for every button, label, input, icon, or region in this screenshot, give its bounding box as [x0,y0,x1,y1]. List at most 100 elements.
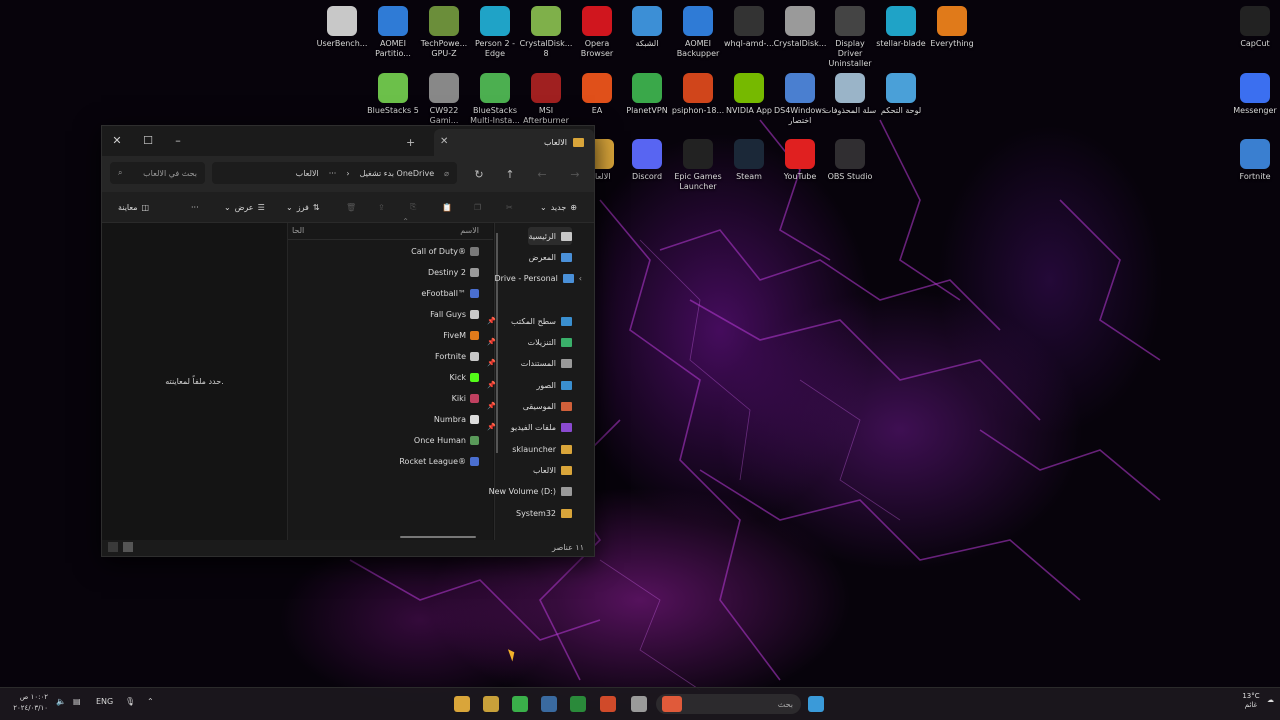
desktop-shortcut[interactable]: CW922 Gami... [417,73,471,126]
file-row[interactable]: Fortnite [435,347,479,365]
nav-item[interactable]: الرئيسية [528,227,572,245]
desktop-shortcut[interactable]: PlanetVPN [620,73,674,116]
file-explorer-window[interactable]: ✕ ☐ – + ✕ الالعاب ⌕ بحث في الالعاب الالع… [101,125,595,557]
desktop-shortcut[interactable]: DS4Windows اختصار [773,73,827,126]
close-tab-icon[interactable]: ✕ [440,136,448,147]
desktop-shortcut[interactable]: whql-amd-... [722,6,776,49]
file-explorer-icon[interactable] [454,696,470,712]
weather-widget[interactable]: 13°C غائم ☁ [1228,692,1274,710]
horizontal-scrollbar[interactable] [400,536,476,538]
details-view-icon[interactable] [108,542,118,552]
pin-icon[interactable]: 📌 [487,423,496,431]
nav-item[interactable]: 📌 ملفات الفيديو [487,418,572,436]
desktop-shortcut[interactable]: Display Driver Uninstaller [823,6,877,69]
nav-item[interactable]: 📌 التنزيلات [487,333,572,351]
back-button[interactable]: → [565,164,585,184]
preview-pane-button[interactable]: معاينة ◫ [118,199,149,215]
network-icon[interactable]: ▤ [73,697,81,706]
nav-item[interactable]: 📌 الصور [487,376,572,394]
desktop-shortcut[interactable]: NVIDIA App [722,73,776,116]
share-button[interactable]: ⇪ [378,199,385,215]
desktop-shortcut[interactable]: CrystalDisk... 8 [519,6,573,59]
desktop-shortcut[interactable]: Everything [925,6,979,49]
desktop-shortcut[interactable]: Steam [722,139,776,182]
nav-item[interactable]: الالعاب [533,461,572,479]
desktop-shortcut[interactable]: YouTube [773,139,827,182]
desktop-shortcut[interactable]: TechPowe... GPU-Z [417,6,471,59]
desktop-shortcut[interactable]: CapCut [1228,6,1280,49]
path-box[interactable]: الالعاب ··· › بدء تشغيل OneDrive ⌀ [212,162,457,184]
desktop-shortcut[interactable]: BlueStacks 5 [366,73,420,116]
clock[interactable]: ١٠:٠٢ ص ٢٠٢٤/٠٣/١٠ [10,692,48,714]
desktop-shortcut[interactable]: Discord [620,139,674,182]
new-button[interactable]: ⌄ جديد ⊕ [540,199,577,215]
pin-icon[interactable]: 📌 [487,402,496,410]
tiles-view-icon[interactable] [123,542,133,552]
desktop-shortcut[interactable]: UserBench... [315,6,369,49]
column-name[interactable]: الاسم [460,226,479,235]
close-window-button[interactable]: ✕ [102,129,132,151]
forward-button[interactable]: ← [532,164,552,184]
desktop-shortcut[interactable]: AOMEI Partitio... [366,6,420,59]
kick-icon[interactable] [512,696,528,712]
copy-button[interactable]: ❐ [474,199,481,215]
desktop-shortcut[interactable]: MSI Afterburner [519,73,573,126]
nav-item[interactable]: sklauncher [512,440,572,458]
desktop-shortcut[interactable]: CrystalDisk... [773,6,827,49]
chevron-up-icon[interactable]: ⌃ [147,697,154,706]
file-row[interactable]: Call of Duty® [411,242,479,260]
chrome-alt-icon[interactable] [570,696,586,712]
desktop-shortcut[interactable]: stellar-blade [874,6,928,49]
nav-item[interactable]: System32 [516,504,572,522]
cut-button[interactable]: ✂ [506,199,513,215]
file-row[interactable]: Once Human [414,431,479,449]
file-row[interactable]: Fall Guys [430,305,479,323]
nav-item[interactable]: 📌 المستندات [487,354,572,372]
nav-item[interactable]: Drive - Personal ‹ [494,269,582,287]
file-manager-icon[interactable] [631,696,647,712]
desktop-shortcut[interactable]: BlueStacks Multi-Insta... [468,73,522,126]
maximize-button[interactable]: ☐ [133,129,163,151]
nav-item[interactable]: 📌 الموسيقى [487,397,572,415]
desktop-shortcut[interactable]: Epic Games Launcher [671,139,725,192]
nav-item[interactable]: New Volume (D:) [489,482,572,500]
up-button[interactable]: ↑ [500,164,520,184]
steam-icon[interactable] [541,696,557,712]
pin-icon[interactable]: 📌 [487,338,496,346]
nav-item[interactable]: 📌 سطح المكتب [487,312,572,330]
view-button[interactable]: ⌄ عرض ☰ [224,199,265,215]
file-row[interactable]: Kick [450,368,479,386]
sort-button[interactable]: ⌄ فرز ⇅ [286,199,320,215]
search-input[interactable]: ⌕ بحث في الالعاب [110,162,205,184]
pin-icon[interactable]: 📌 [487,317,496,325]
bluestacks-icon[interactable] [483,696,499,712]
tab-games[interactable]: ✕ الالعاب [434,129,594,156]
pin-icon[interactable]: 📌 [487,381,496,389]
file-row[interactable]: Rocket League® [399,452,479,470]
task-app-icon[interactable] [662,696,682,712]
paste-button[interactable]: 📋 [442,199,452,215]
file-row[interactable]: Numbra [434,410,479,428]
breadcrumb-more[interactable]: ··· [329,169,337,178]
file-list[interactable]: الحا الاسم ⌃ Call of Duty® Destiny 2 eFoot… [287,217,493,540]
column-status[interactable]: الحا [292,226,304,235]
desktop-shortcut[interactable]: الشبكة [620,6,674,49]
rename-button[interactable]: ⎘ [410,199,416,215]
volume-icon[interactable]: 🔈 [56,697,66,706]
nav-scrollbar[interactable] [496,233,498,453]
desktop-shortcut[interactable]: EA [570,73,624,116]
start-icon[interactable] [808,696,824,712]
minimize-button[interactable]: – [163,129,193,151]
desktop-shortcut[interactable]: OBS Studio [823,139,877,182]
desktop-shortcut[interactable]: Messenger [1228,73,1280,116]
file-row[interactable]: Destiny 2 [428,263,479,281]
desktop-shortcut[interactable]: psiphon-18... [671,73,725,116]
desktop-shortcut[interactable]: Fortnite [1228,139,1280,182]
chrome-icon[interactable] [600,696,616,712]
breadcrumb-current[interactable]: الالعاب [296,169,319,178]
desktop-shortcut[interactable]: Opera Browser [570,6,624,59]
refresh-button[interactable]: ↻ [469,164,489,184]
pin-icon[interactable]: 📌 [487,359,496,367]
desktop-shortcut[interactable]: سلة المحذوفات [823,73,877,116]
more-options-button[interactable]: ··· [191,199,199,215]
